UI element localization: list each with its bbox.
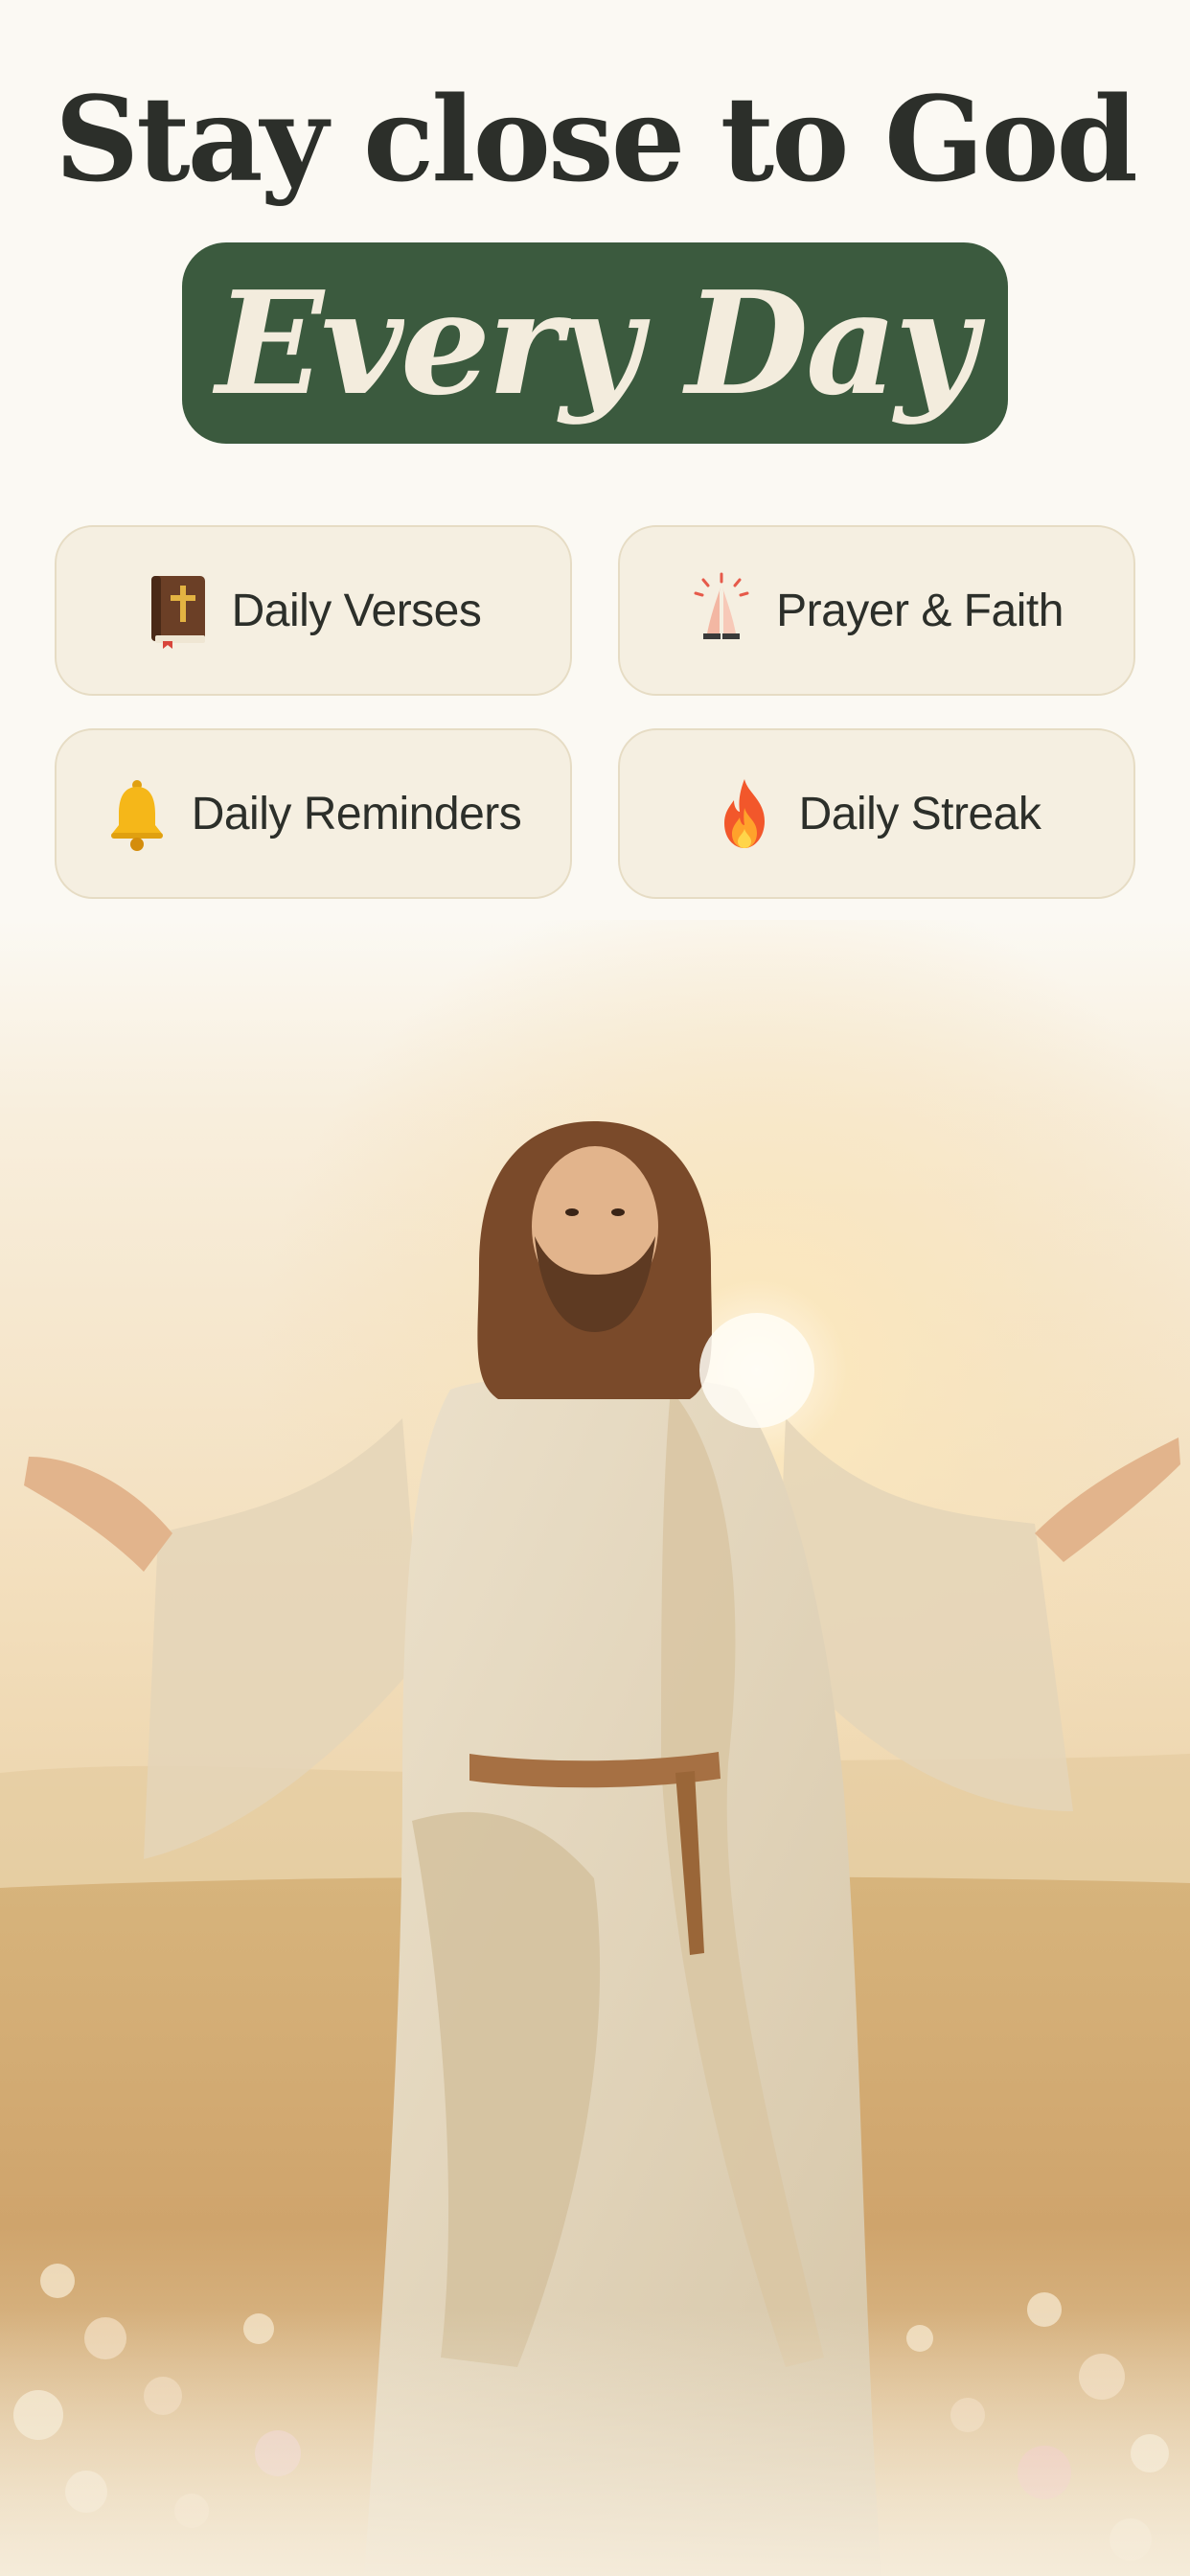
fire-icon (723, 779, 765, 848)
feature-card-daily-streak: Daily Streak (618, 728, 1135, 899)
jesus-in-meadow-illustration (0, 920, 1190, 2576)
feature-card-prayer-faith: Prayer & Faith (618, 525, 1135, 696)
feature-card-daily-reminders: Daily Reminders (55, 728, 572, 899)
feature-label: Daily Streak (798, 788, 1041, 840)
feature-label: Daily Reminders (191, 788, 522, 840)
bell-icon (110, 780, 163, 851)
praying-hands-icon (694, 572, 749, 639)
headline-title: Stay close to God (55, 70, 1138, 208)
feature-card-daily-verses: Daily Verses (55, 525, 572, 696)
hero-illustration (0, 920, 1190, 2576)
feature-label: Daily Verses (231, 585, 482, 636)
headline-highlight-text: Every Day (216, 260, 977, 426)
bible-icon (150, 576, 205, 649)
headline-highlight-pill: Every Day (182, 242, 1008, 444)
feature-label: Prayer & Faith (776, 585, 1064, 636)
onboarding-screen: Stay close to God Every Day Daily Verses (0, 0, 1190, 2576)
